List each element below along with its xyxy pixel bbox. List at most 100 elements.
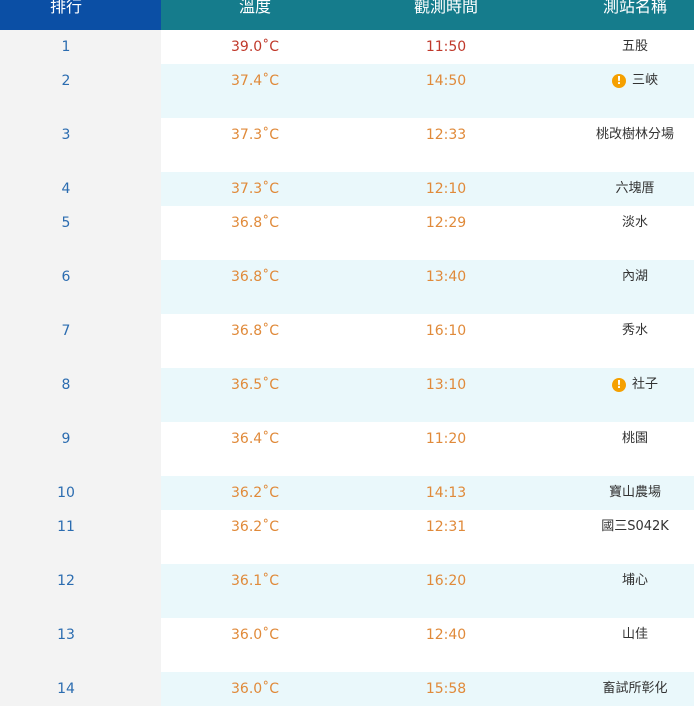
station-wrap: 六塊厝 (615, 180, 654, 198)
observation-time-cell: 11:50 (425, 39, 467, 55)
table-row: 2 37.4˚C 14:50! 三峽 (0, 64, 694, 118)
temperature-cell: 36.8˚C (231, 215, 279, 231)
station-cell: ! 三峽 (560, 72, 694, 90)
observation-time-cell: 15:58 (425, 681, 467, 697)
time-column-header[interactable]: 觀測時間 (396, 0, 496, 22)
rank-cell: 3 (61, 127, 71, 143)
table-row: 13 36.0˚C 12:40 山佳 (0, 618, 694, 672)
temperature-cell: 39.0˚C (231, 39, 279, 55)
rank-cell: 7 (61, 323, 71, 339)
rank-cell: 6 (61, 269, 71, 285)
table-row: 1 39.0˚C 11:50 五股 (0, 30, 694, 64)
table-row: 9 36.4˚C 11:20 桃園 (0, 422, 694, 476)
observation-time-cell: 16:20 (425, 573, 467, 589)
observation-time-cell: 14:13 (425, 485, 467, 501)
table-row: 11 36.2˚C 12:31 國三S042K (0, 510, 694, 564)
temperature-cell: 36.5˚C (231, 377, 279, 393)
station-cell: 埔心 (560, 572, 694, 590)
temperature-cell: 37.3˚C (231, 181, 279, 197)
station-cell: 秀水 (560, 322, 694, 340)
ranking-table: 1 39.0˚C 11:50 五股 2 37.4˚C 14:50! 三峽 3 37.3˚C 12:3… (0, 30, 694, 706)
table-row: 10 36.2˚C 14:13 寶山農場 (0, 476, 694, 510)
station-name[interactable]: 秀水 (622, 322, 648, 340)
station-cell: 淡水 (560, 214, 694, 232)
station-wrap: 五股 (622, 38, 648, 56)
observation-time-cell: 12:29 (425, 215, 467, 231)
station-name[interactable]: 六塊厝 (615, 180, 654, 198)
station-cell: 桃改樹林分場 (560, 126, 694, 144)
station-name[interactable]: 國三S042K (601, 518, 669, 536)
temperature-cell: 36.4˚C (231, 431, 279, 447)
temperature-cell: 36.0˚C (231, 681, 279, 697)
table-row: 7 36.8˚C 16:10 秀水 (0, 314, 694, 368)
station-name[interactable]: 社子 (632, 376, 658, 394)
table-row: 3 37.3˚C 12:33 桃改樹林分場 (0, 118, 694, 172)
table-row: 4 37.3˚C 12:10 六塊厝 (0, 172, 694, 206)
rank-cell: 1 (61, 39, 71, 55)
station-cell: 寶山農場 (560, 484, 694, 502)
observation-time-cell: 12:33 (425, 127, 467, 143)
station-name[interactable]: 三峽 (632, 72, 658, 90)
station-wrap: 國三S042K (601, 518, 669, 536)
observation-time-cell: 12:10 (425, 181, 467, 197)
station-wrap: ! 三峽 (611, 72, 658, 90)
observation-time-cell: 14:50 (425, 73, 467, 89)
station-name[interactable]: 淡水 (622, 214, 648, 232)
station-wrap: 淡水 (622, 214, 648, 232)
rank-cell: 13 (57, 627, 75, 643)
table-row: 6 36.8˚C 13:40 內湖 (0, 260, 694, 314)
rank-cell: 10 (57, 485, 75, 501)
temperature-cell: 36.1˚C (231, 573, 279, 589)
observation-time-cell: 12:31 (425, 519, 467, 535)
station-wrap: 山佳 (622, 626, 648, 644)
table-row: 5 36.8˚C 12:29 淡水 (0, 206, 694, 260)
observation-time-cell: 13:10 (425, 377, 467, 393)
rank-cell: 2 (61, 73, 71, 89)
observation-time-cell: 12:40 (425, 627, 467, 643)
rank-cell: 9 (61, 431, 71, 447)
table-row: 12 36.1˚C 16:20 埔心 (0, 564, 694, 618)
table-header: 排行 溫度 觀測時間 測站名稱 (0, 0, 694, 30)
temperature-cell: 36.2˚C (231, 485, 279, 501)
station-name[interactable]: 桃園 (622, 430, 648, 448)
temperature-cell: 36.8˚C (231, 269, 279, 285)
warning-icon[interactable]: ! (611, 74, 626, 88)
observation-time-cell: 11:20 (425, 431, 467, 447)
station-name[interactable]: 內湖 (622, 268, 648, 286)
station-cell: ! 社子 (560, 376, 694, 394)
rank-cell: 8 (61, 377, 71, 393)
temperature-cell: 36.0˚C (231, 627, 279, 643)
station-wrap: 桃園 (622, 430, 648, 448)
temperature-cell: 36.8˚C (231, 323, 279, 339)
temperature-cell: 36.2˚C (231, 519, 279, 535)
station-name[interactable]: 畜試所彰化 (602, 680, 667, 698)
station-name[interactable]: 埔心 (622, 572, 648, 590)
rank-cell: 5 (61, 215, 71, 231)
station-cell: 桃園 (560, 430, 694, 448)
observation-time-cell: 13:40 (425, 269, 467, 285)
rank-cell: 4 (61, 181, 71, 197)
station-wrap: 桃改樹林分場 (596, 126, 674, 144)
station-name[interactable]: 桃改樹林分場 (596, 126, 674, 144)
station-name[interactable]: 山佳 (622, 626, 648, 644)
warning-icon[interactable]: ! (611, 378, 626, 392)
station-cell: 六塊厝 (560, 180, 694, 198)
station-wrap: 內湖 (622, 268, 648, 286)
table-row: 8 36.5˚C 13:10! 社子 (0, 368, 694, 422)
station-name[interactable]: 寶山農場 (609, 484, 661, 502)
station-wrap: 埔心 (622, 572, 648, 590)
temperature-cell: 37.4˚C (231, 73, 279, 89)
table-row: 14 36.0˚C 15:58 畜試所彰化 (0, 672, 694, 706)
observation-time-cell: 16:10 (425, 323, 467, 339)
temp-column-header[interactable]: 溫度 (205, 0, 305, 22)
station-cell: 國三S042K (560, 518, 694, 536)
rank-cell: 12 (57, 573, 75, 589)
station-name[interactable]: 五股 (622, 38, 648, 56)
temperature-cell: 37.3˚C (231, 127, 279, 143)
station-wrap: 寶山農場 (609, 484, 661, 502)
station-wrap: 畜試所彰化 (602, 680, 667, 698)
rank-cell: 14 (57, 681, 75, 697)
station-cell: 內湖 (560, 268, 694, 286)
station-column-header[interactable]: 測站名稱 (560, 0, 694, 22)
rank-column-header[interactable]: 排行 (20, 0, 112, 22)
